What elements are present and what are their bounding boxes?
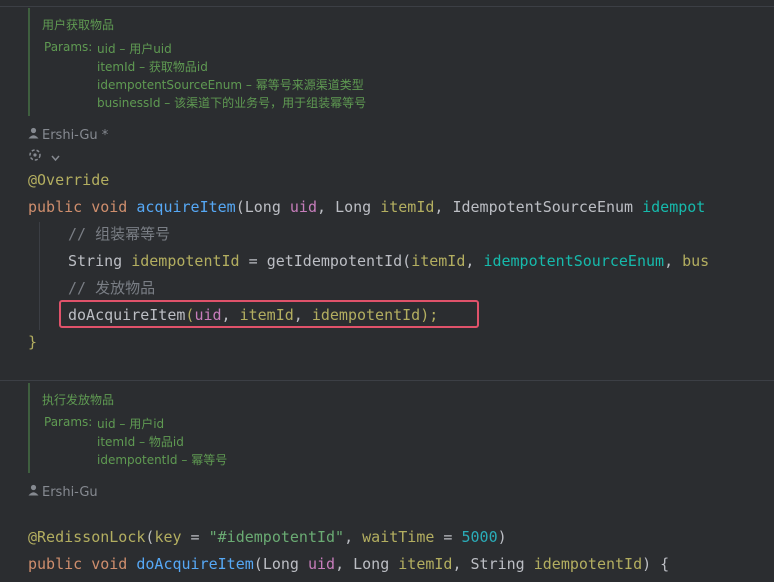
indent-guide	[39, 222, 40, 330]
code-method-signature: public void doAcquireItem(Long uid, Long…	[28, 555, 670, 573]
author-hint[interactable]: Ershi-Gu *	[28, 127, 108, 143]
code-line-idempotent: String idempotentId = getIdempotentId(it…	[68, 252, 710, 270]
author-hint[interactable]: Ershi-Gu	[28, 484, 98, 500]
code-comment: // 发放物品	[68, 279, 156, 297]
javadoc-param: idempotentSourceEnum – 幂等号来源渠道类型	[97, 78, 364, 92]
javadoc-params-label: Params:	[44, 40, 93, 54]
highlight-box	[59, 300, 479, 328]
code-annotation-redisson-lock: @RedissonLock(key = "#idempotentId", wai…	[28, 528, 507, 546]
javadoc-title: 用户获取物品	[42, 18, 115, 32]
method-separator	[0, 380, 774, 381]
code-annotation-override: @Override	[28, 171, 110, 189]
code-method-signature: public void acquireItem(Long uid, Long i…	[28, 198, 706, 216]
top-separator	[0, 6, 774, 7]
chevron-down-icon[interactable]	[51, 151, 60, 165]
code-closing-brace: }	[28, 333, 38, 351]
javadoc-param: uid – 用户uid	[97, 42, 172, 56]
javadoc-do-acquire-item: 执行发放物品 Params: uid – 用户id itemId – 物品id …	[28, 383, 227, 473]
user-icon	[28, 127, 42, 143]
javadoc-param: itemId – 物品id	[97, 435, 184, 449]
javadoc-acquire-item: 用户获取物品 Params: uid – 用户uid itemId – 获取物品…	[28, 8, 366, 116]
method-name[interactable]: acquireItem	[136, 198, 235, 216]
implementation-gutter[interactable]	[28, 148, 60, 165]
javadoc-param: itemId – 获取物品id	[97, 60, 208, 74]
javadoc-title: 执行发放物品	[42, 393, 115, 407]
code-comment: // 组装幂等号	[68, 225, 171, 243]
javadoc-param: businessId – 该渠道下的业务号，用于组装幂等号	[97, 96, 367, 110]
javadoc-param: idempotentId – 幂等号	[97, 453, 228, 467]
javadoc-params-label: Params:	[44, 415, 93, 429]
javadoc-param: uid – 用户id	[97, 417, 165, 431]
user-icon	[28, 484, 42, 500]
implementation-icon[interactable]	[28, 149, 51, 165]
method-name[interactable]: doAcquireItem	[136, 555, 253, 573]
